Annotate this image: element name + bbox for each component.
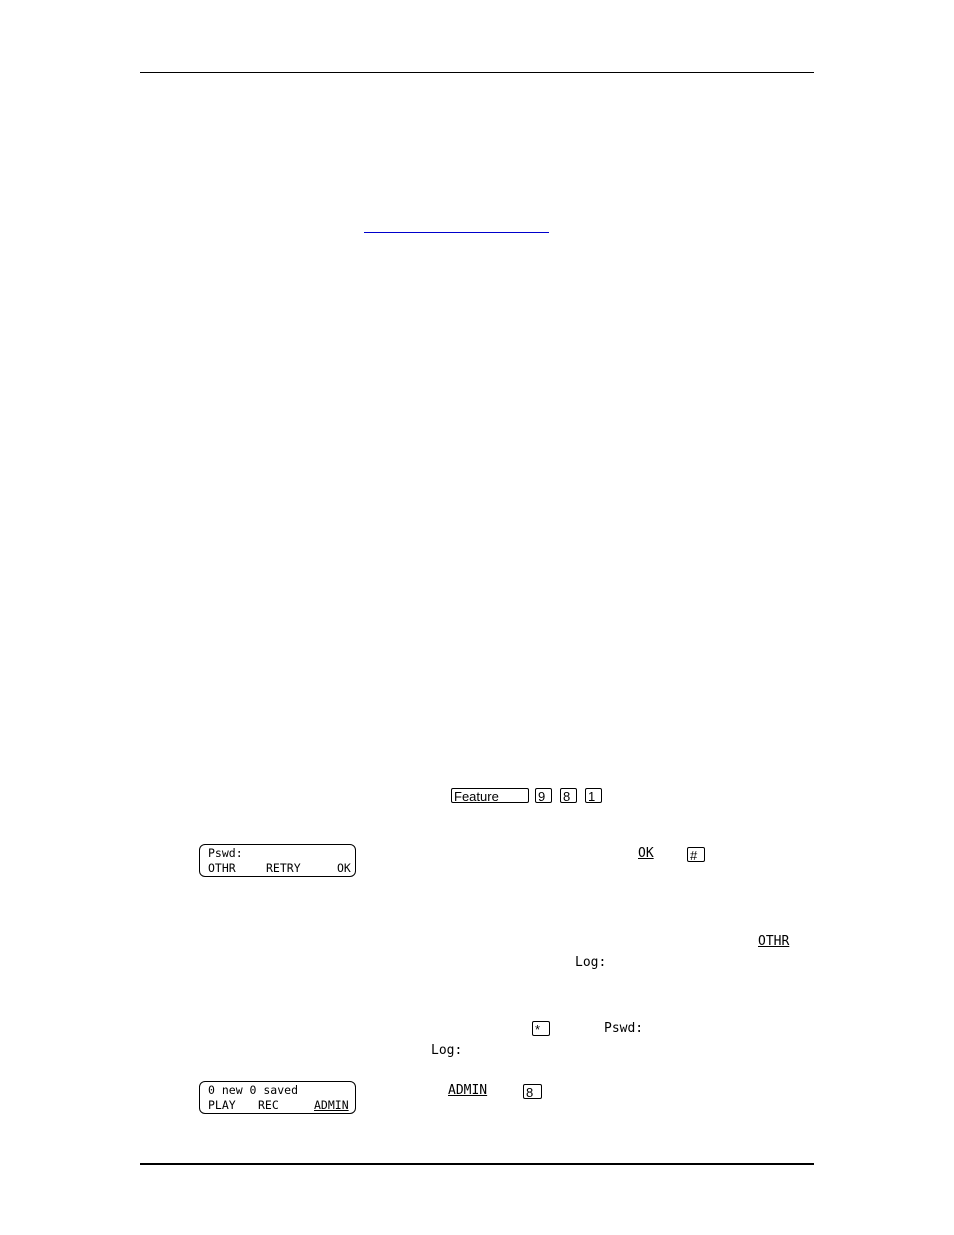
dial-key-1[interactable]: 1	[585, 788, 602, 804]
softkey-rec[interactable]: REC	[258, 1098, 279, 1112]
lcd-display-mailbox: 0 new 0 saved PLAY REC ADMIN	[199, 1081, 356, 1114]
log-prompt: Log:	[575, 955, 607, 970]
dial-key-8[interactable]: 8	[560, 788, 577, 804]
softkey-retry[interactable]: RETRY	[266, 861, 301, 875]
hyperlink-underline[interactable]	[364, 232, 549, 233]
othr-softkey-ref[interactable]: OTHR	[758, 934, 789, 950]
log-prompt-2: Log:	[431, 1043, 463, 1058]
pound-key[interactable]: #	[687, 847, 705, 863]
lcd-prompt: Pswd:	[208, 846, 243, 860]
dial-key-8-admin[interactable]: 8	[523, 1084, 542, 1100]
feature-key[interactable]: Feature	[451, 788, 529, 804]
star-key[interactable]: *	[532, 1021, 550, 1037]
footer-rule	[140, 1163, 814, 1165]
softkey-ok[interactable]: OK	[337, 861, 351, 875]
lcd-display-password: Pswd: OTHR RETRY OK	[199, 844, 356, 877]
header-rule	[140, 72, 814, 73]
pswd-prompt: Pswd:	[604, 1021, 644, 1036]
softkey-play[interactable]: PLAY	[208, 1098, 236, 1112]
softkey-othr[interactable]: OTHR	[208, 861, 236, 875]
ok-softkey-ref[interactable]: OK	[638, 846, 654, 862]
admin-softkey-ref[interactable]: ADMIN	[448, 1083, 487, 1099]
lcd-status: 0 new 0 saved	[208, 1083, 299, 1097]
softkey-admin[interactable]: ADMIN	[314, 1098, 349, 1112]
dial-key-9[interactable]: 9	[535, 788, 552, 804]
